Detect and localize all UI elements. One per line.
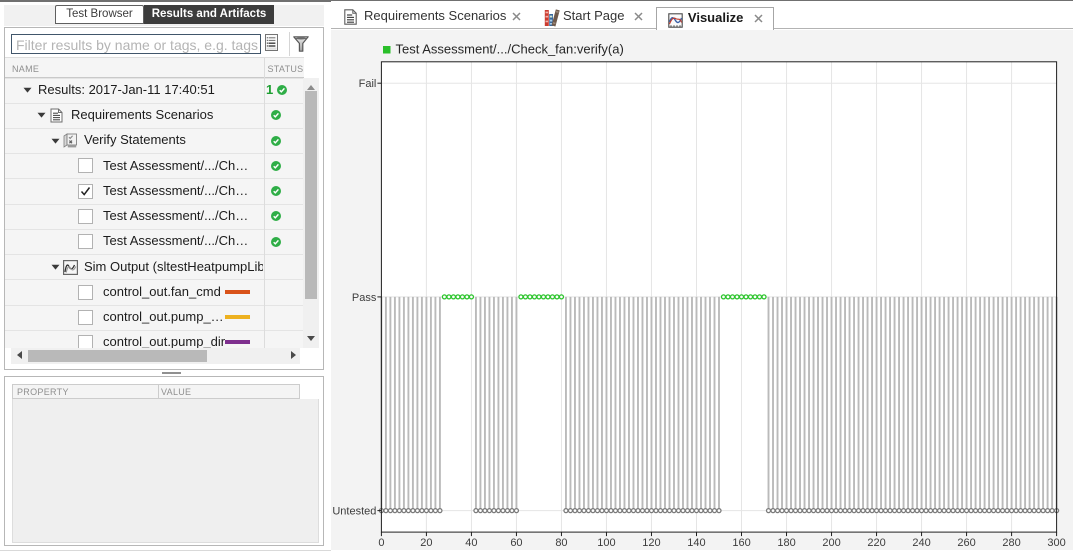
svg-text:120: 120 (642, 537, 660, 549)
svg-text:300: 300 (1047, 537, 1065, 549)
svg-text:200: 200 (822, 537, 840, 549)
svg-text:100: 100 (597, 537, 615, 549)
svg-text:260: 260 (957, 537, 975, 549)
svg-text:280: 280 (1002, 537, 1020, 549)
svg-text:220: 220 (867, 537, 885, 549)
svg-text:80: 80 (555, 537, 567, 549)
svg-text:0: 0 (378, 537, 384, 549)
svg-text:Pass: Pass (352, 291, 377, 303)
svg-text:160: 160 (732, 537, 750, 549)
svg-text:20: 20 (420, 537, 432, 549)
svg-text:Test Assessment/.../Check_fan:: Test Assessment/.../Check_fan:verify(a) (396, 41, 624, 56)
svg-text:40: 40 (465, 537, 477, 549)
svg-text:Untested: Untested (332, 505, 376, 517)
svg-text:240: 240 (912, 537, 930, 549)
svg-text:180: 180 (777, 537, 795, 549)
svg-text:60: 60 (510, 537, 522, 549)
svg-text:Fail: Fail (359, 78, 377, 90)
svg-text:140: 140 (687, 537, 705, 549)
